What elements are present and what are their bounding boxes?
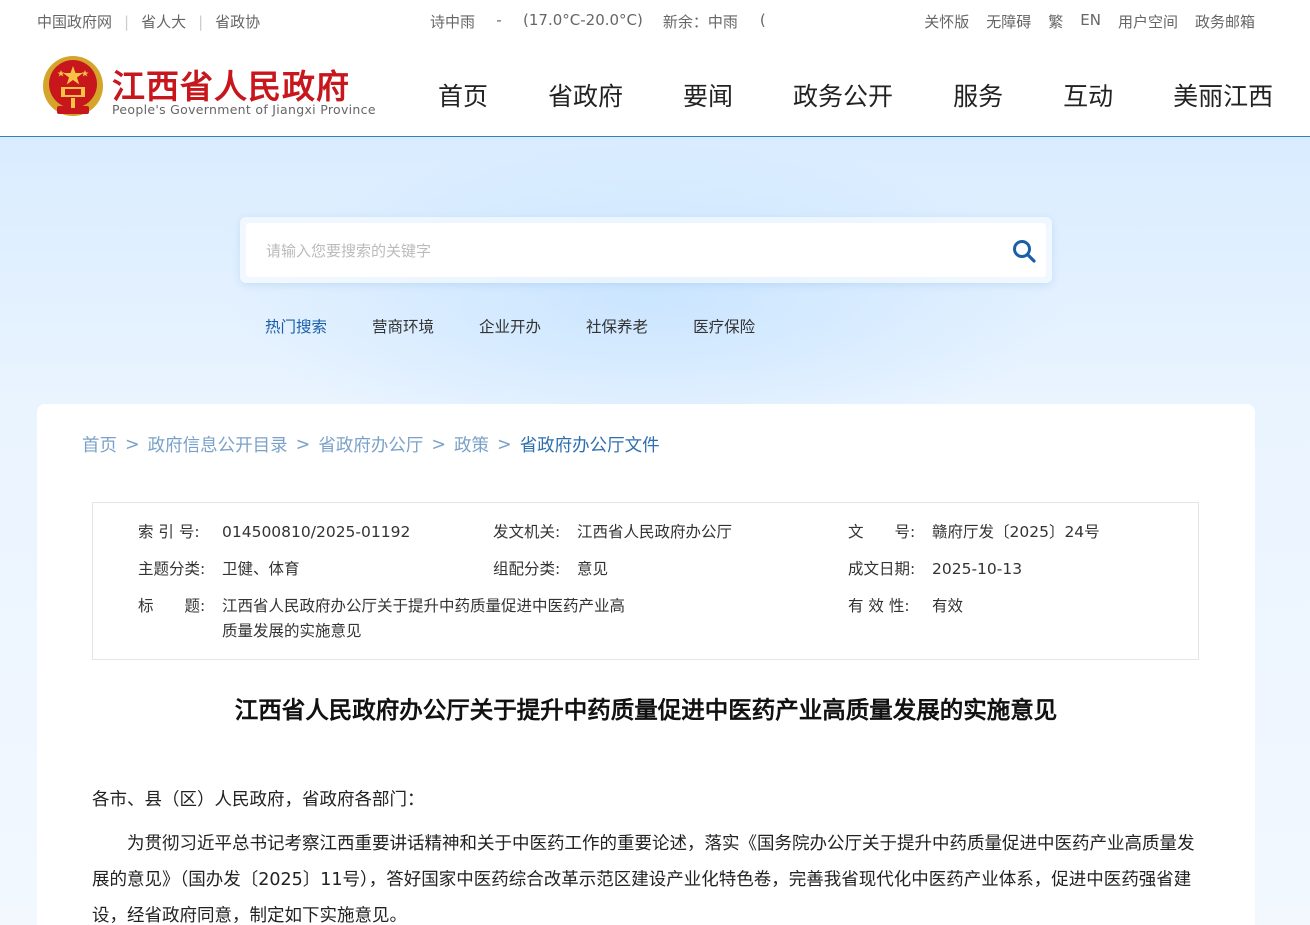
chevron-right-icon: > [431, 434, 447, 455]
meta-validity: 有 效 性: 有效 [848, 597, 964, 615]
weather-temp: (17.0°C-20.0°C) [523, 11, 643, 29]
meta-date: 成文日期: 2025-10-13 [848, 560, 1023, 578]
nav-interaction[interactable]: 互动 [1063, 77, 1113, 113]
nav-services[interactable]: 服务 [953, 77, 1003, 113]
breadcrumb-office-documents[interactable]: 省政府办公厅文件 [520, 432, 660, 457]
document-metadata-table: 索 引 号: 014500810/2025-01192 发文机关: 江西省人民政府办… [92, 502, 1199, 660]
link-care-mode[interactable]: 关怀版 [924, 11, 969, 32]
nav-news[interactable]: 要闻 [683, 77, 733, 113]
search-input[interactable] [266, 240, 986, 262]
breadcrumb-home[interactable]: 首页 [82, 432, 117, 457]
meta-index: 索 引 号: 014500810/2025-01192 [138, 523, 411, 541]
link-gov-mail[interactable]: 政务邮箱 [1195, 11, 1255, 32]
weather-widget: 诗中雨 - (17.0°C-20.0°C) 新余：中雨 ( [430, 11, 782, 32]
meta-title: 标 题: 江西省人民政府办公厅关于提升中药质量促进中医药产业高 质量发展的实施意见 [138, 597, 626, 640]
hot-keyword[interactable]: 医疗保险 [693, 315, 755, 337]
separator: | [198, 12, 204, 31]
link-gov-cn[interactable]: 中国政府网 [37, 11, 112, 32]
national-emblem-icon[interactable] [41, 54, 105, 120]
breadcrumb-info-catalog[interactable]: 政府信息公开目录 [148, 432, 288, 457]
document-title: 江西省人民政府办公厅关于提升中药质量促进中医药产业高质量发展的实施意见 [234, 696, 1058, 724]
breadcrumb: 首页 > 政府信息公开目录 > 省政府办公厅 > 政策 > 省政府办公厅文件 [82, 432, 660, 457]
hot-keyword[interactable]: 社保养老 [586, 315, 648, 337]
link-provincial-cppcc[interactable]: 省政协 [215, 11, 260, 32]
top-utility-bar: 中国政府网 | 省人大 | 省政协 诗中雨 - (17.0°C-20.0°C) … [0, 0, 1310, 40]
body-line: 为贯彻习近平总书记考察江西重要讲话精神和关于中医药工作的重要论述，落实《国务院办… [127, 834, 1160, 854]
top-right-links: 关怀版 无障碍 繁 EN 用户空间 政务邮箱 [924, 11, 1255, 32]
site-title[interactable]: 江西省人民政府 [112, 60, 350, 108]
separator: | [124, 12, 130, 31]
link-user-space[interactable]: 用户空间 [1118, 11, 1178, 32]
hot-keyword[interactable]: 企业开办 [479, 315, 541, 337]
weather-city2: 新余：中雨 [662, 13, 738, 31]
search-container [240, 217, 1052, 283]
nav-provincial-gov[interactable]: 省政府 [548, 77, 623, 113]
main-nav: 首页 省政府 要闻 政务公开 服务 互动 美丽江西 [438, 77, 1273, 113]
site-header: 江西省人民政府 People's Government of Jiangxi P… [0, 40, 1310, 137]
nav-gov-affairs[interactable]: 政务公开 [793, 77, 893, 113]
search-icon[interactable] [1011, 238, 1037, 264]
breadcrumb-general-office[interactable]: 省政府办公厅 [318, 432, 423, 457]
meta-doc-number: 文 号: 赣府厅发〔2025〕24号 [848, 523, 1100, 541]
hot-keyword[interactable]: 营商环境 [372, 315, 434, 337]
chevron-right-icon: > [295, 434, 311, 455]
nav-beautiful-jiangxi[interactable]: 美丽江西 [1173, 77, 1273, 113]
content-card: 首页 > 政府信息公开目录 > 省政府办公厅 > 政策 > 省政府办公厅文件 索… [37, 404, 1255, 925]
salutation: 各市、县（区）人民政府，省政府各部门： [92, 790, 425, 810]
meta-issuer: 发文机关: 江西省人民政府办公厅 [493, 523, 733, 541]
top-left-links: 中国政府网 | 省人大 | 省政协 [37, 11, 260, 32]
link-provincial-congress[interactable]: 省人大 [141, 11, 186, 32]
chevron-right-icon: > [125, 434, 140, 455]
meta-topic: 主题分类: 卫健、体育 [138, 560, 300, 578]
link-traditional-chinese[interactable]: 繁 [1048, 11, 1063, 32]
link-accessibility[interactable]: 无障碍 [986, 11, 1031, 32]
chevron-right-icon: > [497, 434, 512, 455]
search-box [246, 223, 1046, 277]
link-english[interactable]: EN [1080, 11, 1101, 32]
weather-dash: - [496, 11, 502, 29]
meta-genre: 组配分类: 意见 [493, 560, 609, 578]
hot-search-label: 热门搜索 [265, 318, 328, 336]
hot-searches: 热门搜索 营商环境 企业开办 社保养老 医疗保险 [265, 315, 800, 337]
weather-trail: ( [759, 11, 766, 29]
nav-home[interactable]: 首页 [438, 77, 488, 113]
breadcrumb-policy[interactable]: 政策 [454, 432, 489, 457]
site-subtitle: People's Government of Jiangxi Province [112, 102, 376, 117]
weather-city1: 诗中雨 [430, 13, 476, 31]
body-paragraph: 为贯彻习近平总书记考察江西重要讲话精神和关于中医药工作的重要论述，落实《国务院办… [92, 826, 1200, 925]
